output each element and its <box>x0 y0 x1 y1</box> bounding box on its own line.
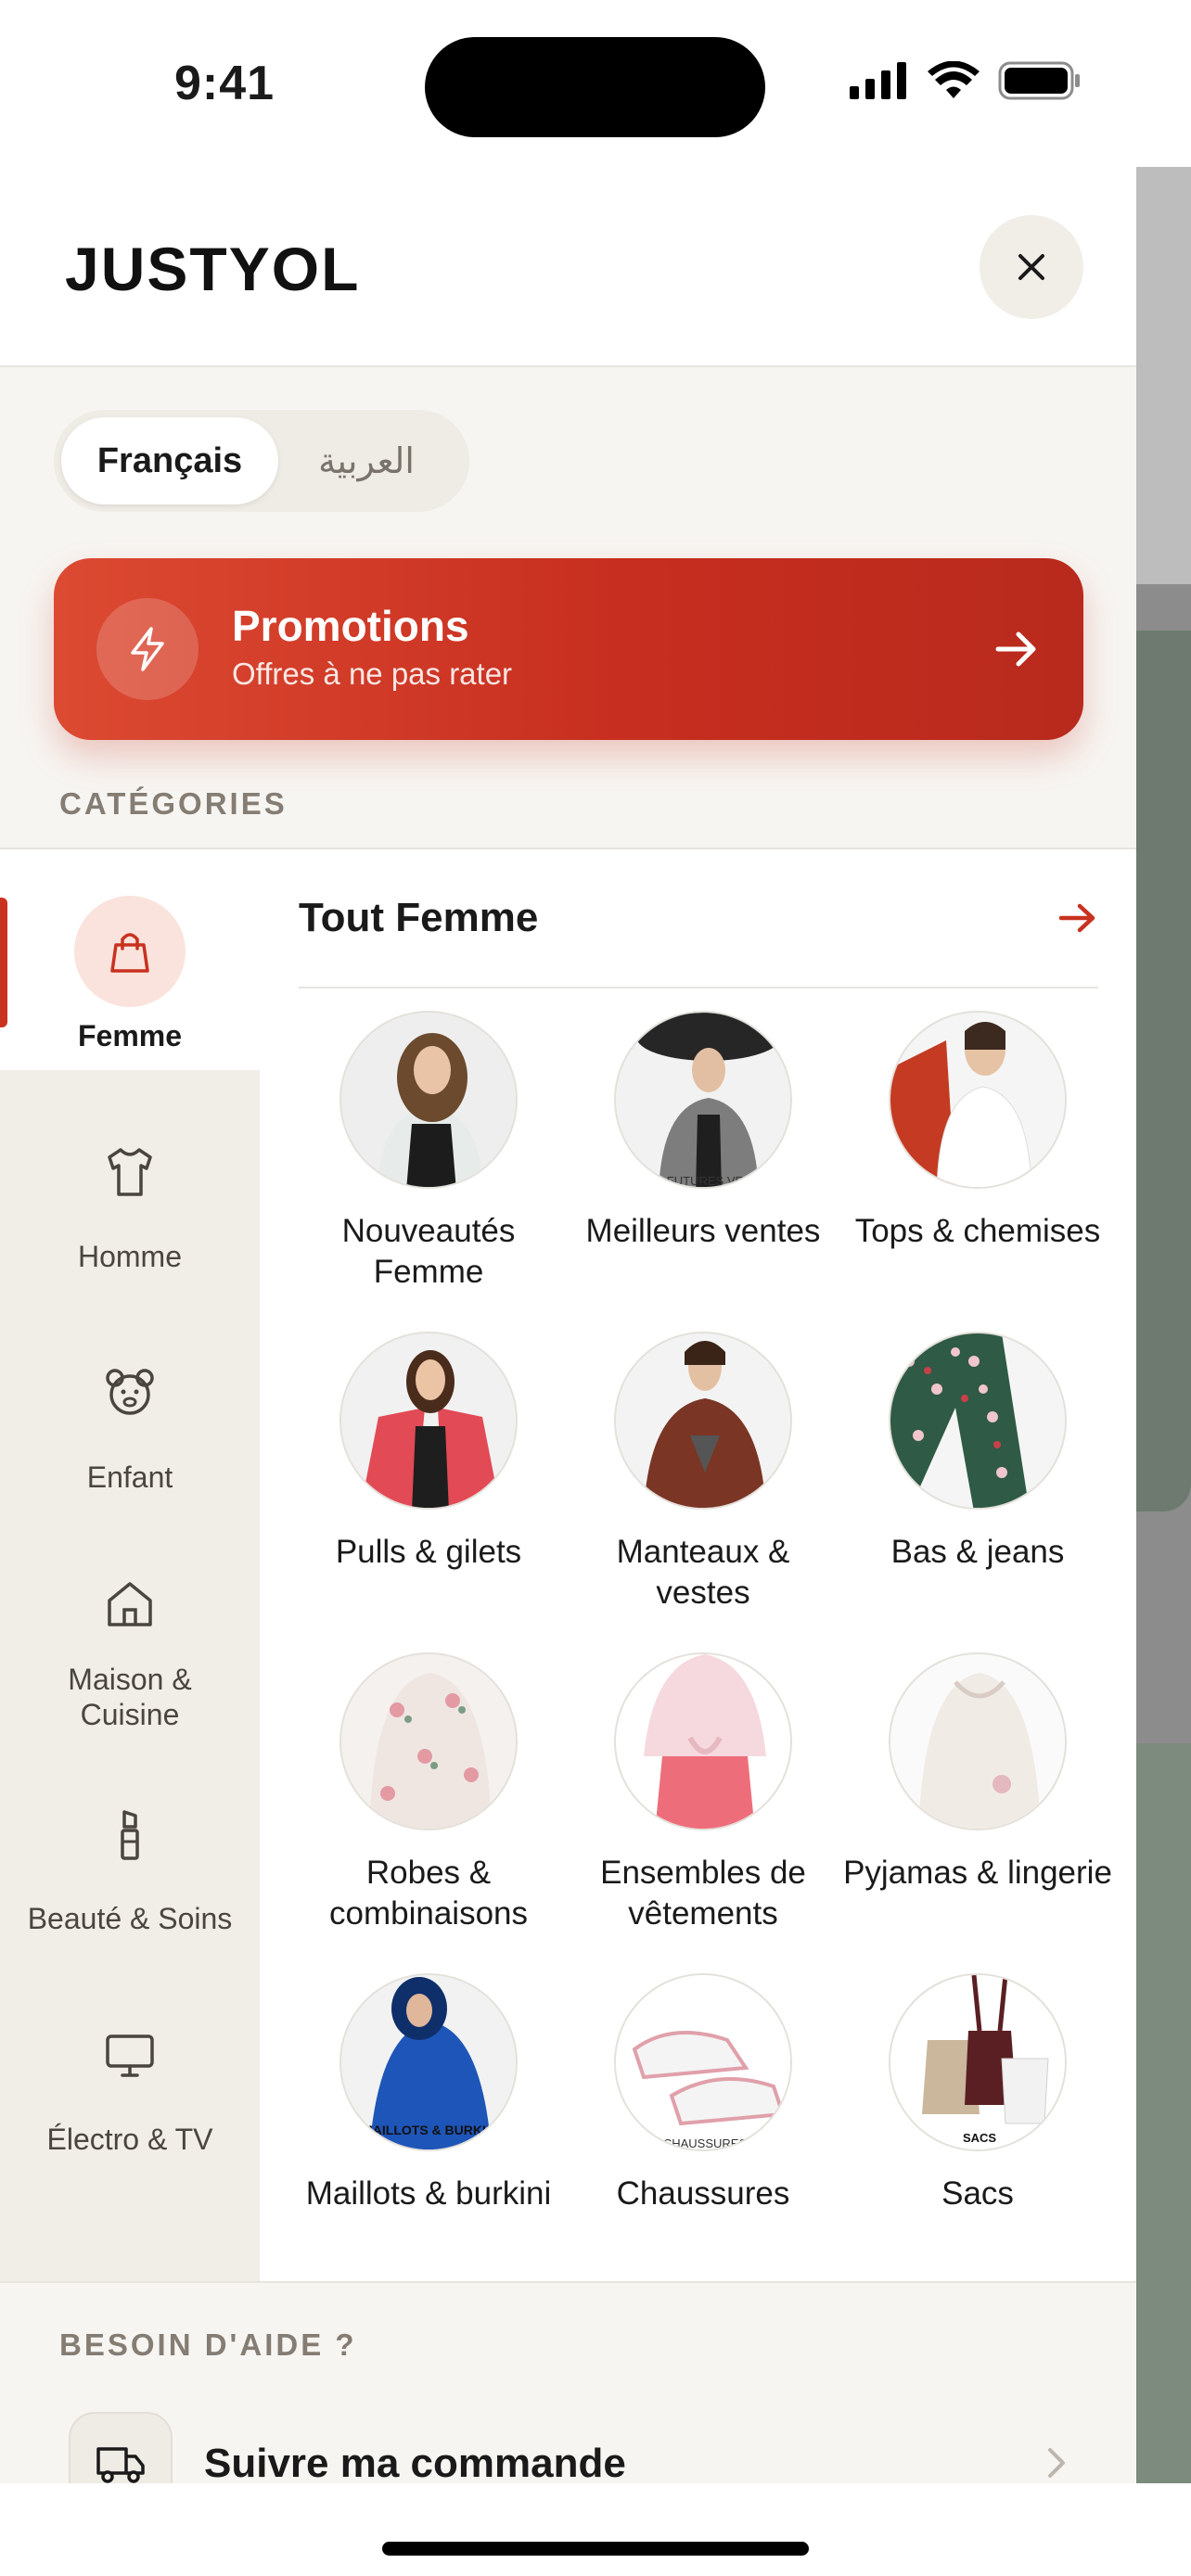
subcategory-label: Bas & jeans <box>890 1534 1065 1570</box>
category-item-homme[interactable]: Homme <box>0 1070 260 1291</box>
subcategory-image <box>339 1652 518 1830</box>
subcategory-nouveautes-femme[interactable]: Nouveautés Femme <box>291 1011 566 1326</box>
drawer-header: JUSTYOL <box>0 167 1136 367</box>
subcategory-label: Meilleurs ventes <box>585 1213 821 1249</box>
monitor-icon <box>74 1999 186 2111</box>
subcategory-manteaux-vestes[interactable]: Manteaux & vestes <box>566 1332 840 1647</box>
subcategory-label: Manteaux & vestes <box>616 1534 790 1611</box>
image-caption: MAILLOTS & BURKINI <box>362 2123 499 2137</box>
background-lower <box>1136 1743 1191 2483</box>
category-item-enfant[interactable]: Enfant <box>0 1291 260 1511</box>
category-sidebar: Femme Homme Enfant Maison & Cuisine Beau… <box>0 849 260 2283</box>
subcategory-label: Nouveautés Femme <box>341 1213 516 1290</box>
category-item-electro-tv[interactable]: Électro & TV <box>0 1953 260 2174</box>
teddy-bear-icon <box>74 1337 186 1448</box>
truck-icon <box>69 2412 173 2483</box>
help-section: BESOIN D'AIDE ? Suivre ma commande <box>0 2281 1136 2483</box>
subcategory-ensembles-vetements[interactable]: Ensembles de vêtements <box>566 1652 840 1968</box>
subcategory-image: CHAUSSURES <box>614 1973 792 2151</box>
promo-title: Promotions <box>232 602 469 650</box>
category-item-beaute-soins[interactable]: Beauté & Soins <box>0 1732 260 1953</box>
all-femme-label: Tout Femme <box>299 895 539 940</box>
subcategory-label: Chaussures <box>616 2175 790 2212</box>
brand-logo[interactable]: JUSTYOL <box>65 234 360 304</box>
subcategory-label: Ensembles de vêtements <box>600 1855 806 1932</box>
tshirt-icon <box>74 1116 186 1228</box>
subcategory-label: Sacs <box>941 2175 1014 2212</box>
lipstick-icon <box>74 1779 186 1890</box>
subcategory-image <box>889 1011 1067 1189</box>
dynamic-island <box>425 37 765 137</box>
subcategory-label: Tops & chemises <box>854 1213 1101 1249</box>
subcategory-image <box>889 1332 1067 1510</box>
close-icon <box>1018 254 1044 280</box>
track-order-label: Suivre ma commande <box>204 2441 626 2483</box>
category-label: Homme <box>77 1240 182 1273</box>
subcategory-image <box>339 1332 518 1510</box>
subcategory-image: MAILLOTS & BURKINI <box>339 1973 518 2151</box>
category-label: Électro & TV <box>46 2123 213 2156</box>
subcategory-meilleurs-ventes[interactable]: FUTURES VE Meilleurs ventes <box>566 1011 840 1326</box>
subcategory-sacs[interactable]: SACS Sacs <box>840 1973 1115 2289</box>
home-icon <box>74 1558 186 1651</box>
subcategory-image <box>339 1011 518 1189</box>
image-caption: CHAUSSURES <box>663 2136 748 2150</box>
arrow-right-icon <box>1058 903 1095 933</box>
subcategory-panel: Tout Femme Nouveautés Femme FUTURES VE M… <box>260 849 1136 2283</box>
shopping-bag-icon <box>74 896 186 1007</box>
background-image <box>1136 631 1191 1511</box>
category-label: Beauté & Soins <box>27 1902 233 1935</box>
subcategory-image <box>614 1652 792 1830</box>
navigation-drawer: JUSTYOL Français العربية Promotions Offr… <box>0 167 1136 2483</box>
subcategory-image: SACS <box>889 1973 1067 2151</box>
subcategory-tops-chemises[interactable]: Tops & chemises <box>840 1011 1115 1326</box>
arrow-right-icon <box>995 631 1036 667</box>
chevron-right-icon <box>1048 2448 1065 2478</box>
cellular-signal-icon <box>850 62 906 99</box>
track-order-link[interactable]: Suivre ma commande <box>69 2412 1070 2483</box>
subcategory-label: Maillots & burkini <box>305 2175 552 2212</box>
close-button[interactable] <box>980 215 1083 319</box>
subcategory-pulls-gilets[interactable]: Pulls & gilets <box>291 1332 566 1647</box>
language-option-arabic[interactable]: العربية <box>278 417 455 504</box>
subcategory-robes-combinaisons[interactable]: Robes & combinaisons <box>291 1652 566 1968</box>
categories-panel: Femme Homme Enfant Maison & Cuisine Beau… <box>0 848 1136 2283</box>
subcategory-image: FUTURES VE <box>614 1011 792 1189</box>
image-caption: SACS <box>963 2131 996 2145</box>
categories-heading: CATÉGORIES <box>59 786 288 821</box>
language-option-french[interactable]: Français <box>61 417 278 504</box>
subcategory-image <box>889 1652 1067 1830</box>
status-bar: 9:41 <box>0 0 1191 167</box>
all-femme-link[interactable]: Tout Femme <box>299 849 1098 988</box>
lightning-icon <box>96 598 198 700</box>
status-icons <box>850 61 1082 100</box>
category-item-maison-cuisine[interactable]: Maison & Cuisine <box>0 1511 260 1732</box>
battery-icon <box>998 61 1080 100</box>
home-indicator[interactable] <box>382 2542 809 2556</box>
active-indicator <box>0 898 7 1027</box>
subcategory-chaussures[interactable]: CHAUSSURES Chaussures <box>566 1973 840 2289</box>
image-caption: FUTURES VE <box>667 1174 744 1188</box>
category-label: Enfant <box>86 1460 173 1494</box>
subcategory-label: Pulls & gilets <box>335 1534 522 1570</box>
subcategory-image <box>614 1332 792 1510</box>
subcategory-label: Pyjamas & lingerie <box>843 1855 1112 1891</box>
subcategory-label: Robes & combinaisons <box>329 1855 528 1932</box>
language-switch: Français العربية <box>54 410 469 512</box>
promotions-banner[interactable]: Promotions Offres à ne pas rater <box>54 558 1083 740</box>
subcategory-bas-jeans[interactable]: Bas & jeans <box>840 1332 1115 1647</box>
subcategory-maillots-burkini[interactable]: MAILLOTS & BURKINI Maillots & burkini <box>291 1973 566 2289</box>
background-header <box>1136 167 1191 584</box>
wifi-icon <box>928 61 980 98</box>
status-time: 9:41 <box>174 57 275 110</box>
category-item-femme[interactable]: Femme <box>0 849 260 1070</box>
category-label: Maison & Cuisine <box>68 1663 192 1731</box>
bottom-safe-area <box>0 2483 1191 2576</box>
promo-subtitle: Offres à ne pas rater <box>232 657 513 691</box>
help-heading: BESOIN D'AIDE ? <box>59 2327 357 2362</box>
background-page-overlay[interactable] <box>1136 167 1191 2483</box>
category-label: Femme <box>77 1019 183 1052</box>
subcategory-pyjamas-lingerie[interactable]: Pyjamas & lingerie <box>840 1652 1115 1968</box>
